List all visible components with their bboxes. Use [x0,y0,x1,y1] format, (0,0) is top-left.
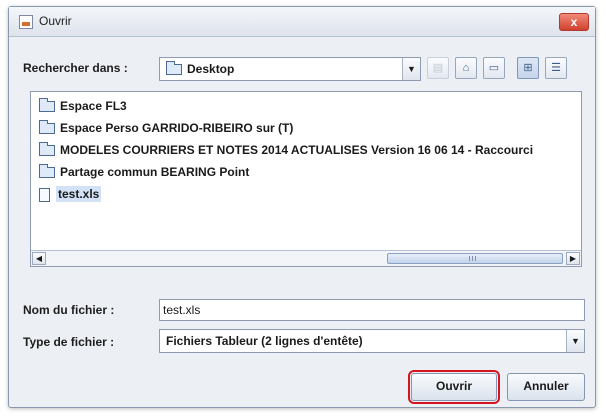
up-folder-icon: ▤ [432,62,444,74]
list-item[interactable]: MODELES COURRIERS ET NOTES 2014 ACTUALIS… [39,140,533,160]
up-one-level-button[interactable]: ▤ [427,57,449,79]
details-view-button[interactable]: ☰ [545,57,567,79]
file-name: test.xls [56,186,102,202]
filetype-label-text: Type de fichier : [23,335,115,349]
scroll-left-icon[interactable]: ◀ [32,252,46,265]
filename-label: Nom du fichier : [23,303,114,317]
filetype-value: Fichiers Tableur (2 lignes d'entête) [166,334,363,348]
file-name: MODELES COURRIERS ET NOTES 2014 ACTUALIS… [60,143,534,157]
look-in-value: Desktop [187,62,235,76]
folder-icon [39,142,55,157]
list-item[interactable]: Partage commun BEARING Point [39,162,249,182]
file-name: Espace FL3 [60,99,127,113]
file-name: Partage commun BEARING Point [60,165,250,179]
file-list[interactable]: Espace FL3 Espace Perso GARRIDO-RIBEIRO … [30,91,582,267]
horizontal-scrollbar[interactable]: ◀ ▶ [31,250,581,266]
folder-icon [39,164,55,179]
open-button[interactable]: Ouvrir [408,370,500,404]
open-dialog: Ouvrir x Rechercher dans : Desktop ▼ ▤ ⌂… [8,6,596,408]
details-view-icon: ☰ [551,62,561,74]
folder-icon [39,120,55,135]
list-view-icon: ⊞ [523,62,533,74]
filetype-label: Type de fichier : [23,335,114,349]
look-in-label: Rechercher dans : [23,61,128,75]
chevron-down-icon[interactable]: ▼ [566,330,584,352]
folder-icon [39,98,55,113]
filetype-select[interactable]: Fichiers Tableur (2 lignes d'entête) ▼ [159,329,585,353]
scroll-thumb[interactable] [387,253,563,264]
list-view-button[interactable]: ⊞ [517,57,539,79]
file-name: Espace Perso GARRIDO-RIBEIRO sur (T) [60,121,294,135]
new-folder-button[interactable]: ▭ [483,57,505,79]
home-folder-button[interactable]: ⌂ [455,57,477,79]
scroll-right-icon[interactable]: ▶ [566,252,580,265]
cancel-button[interactable]: Annuler [507,373,585,401]
file-icon [39,187,50,202]
new-folder-icon: ▭ [488,62,500,74]
look-in-combo[interactable]: Desktop ▼ [159,57,421,81]
title-bar: Ouvrir x [9,7,595,37]
chevron-down-icon[interactable]: ▼ [402,58,420,80]
list-item[interactable]: Espace Perso GARRIDO-RIBEIRO sur (T) [39,118,293,138]
filename-input[interactable]: test.xls [159,299,585,321]
close-button[interactable]: x [559,13,589,31]
folder-icon [166,61,182,76]
filename-label-text: Nom du fichier : [23,303,115,317]
list-item[interactable]: Espace FL3 [39,96,127,116]
java-app-icon [19,15,33,29]
list-item-selected[interactable]: test.xls [39,184,102,204]
dialog-title: Ouvrir [39,14,72,28]
home-icon: ⌂ [462,62,470,74]
look-in-value-wrap: Desktop [166,61,235,76]
